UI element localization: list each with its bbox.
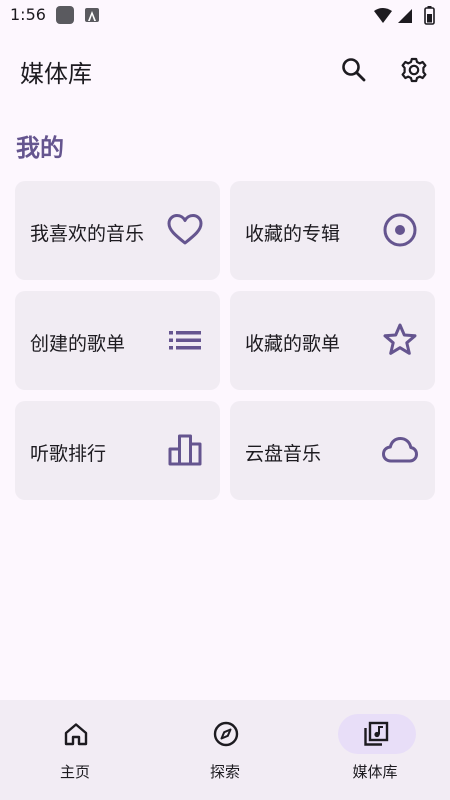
bar-chart-icon <box>168 434 202 466</box>
tile-saved-playlists[interactable]: 收藏的歌单 <box>230 291 435 390</box>
search-icon <box>342 58 366 82</box>
list-icon <box>169 331 201 350</box>
tile-label: 我喜欢的音乐 <box>30 223 145 245</box>
tile-created-playlists[interactable]: 创建的歌单 <box>15 291 220 390</box>
library-music-icon <box>364 721 389 746</box>
nav-label: 媒体库 <box>352 763 398 781</box>
gear-icon <box>401 57 427 83</box>
nav-explore[interactable]: 探索 <box>150 700 300 800</box>
library-grid: 我喜欢的音乐 收藏的专辑 创建的歌单 收藏的歌单 听歌排行 云盘音乐 <box>15 181 435 501</box>
tile-label: 收藏的专辑 <box>245 223 341 245</box>
tile-listening-ranking[interactable]: 听歌排行 <box>15 401 220 500</box>
star-icon <box>383 323 417 355</box>
album-icon <box>383 213 417 247</box>
search-button[interactable] <box>336 52 372 88</box>
tile-label: 云盘音乐 <box>245 443 322 465</box>
android-notification-icon <box>85 8 99 22</box>
tile-label: 创建的歌单 <box>30 333 126 355</box>
bottom-navigation: 主页 探索 媒体库 <box>0 700 450 800</box>
wifi-icon <box>374 8 392 23</box>
app-notification-icon <box>56 6 74 24</box>
status-icons <box>374 6 435 25</box>
nav-label: 主页 <box>59 763 90 781</box>
battery-icon <box>424 6 435 25</box>
status-time: 1:56 <box>10 5 46 24</box>
home-icon <box>64 723 88 746</box>
nav-home[interactable]: 主页 <box>0 700 150 800</box>
signal-icon <box>398 9 412 23</box>
tile-label: 收藏的歌单 <box>245 333 341 355</box>
top-app-bar: 媒体库 <box>0 40 450 100</box>
tile-saved-albums[interactable]: 收藏的专辑 <box>230 181 435 280</box>
nav-label: 探索 <box>209 763 240 781</box>
page-title: 媒体库 <box>20 60 92 88</box>
cloud-icon <box>382 437 418 463</box>
tile-liked-music[interactable]: 我喜欢的音乐 <box>15 181 220 280</box>
nav-library[interactable]: 媒体库 <box>300 700 450 800</box>
heart-icon <box>167 214 203 245</box>
compass-icon <box>213 721 239 747</box>
settings-button[interactable] <box>396 52 432 88</box>
tile-cloud-music[interactable]: 云盘音乐 <box>230 401 435 500</box>
tile-label: 听歌排行 <box>30 443 107 465</box>
status-bar: 1:56 <box>0 0 450 32</box>
section-title: 我的 <box>16 134 64 162</box>
